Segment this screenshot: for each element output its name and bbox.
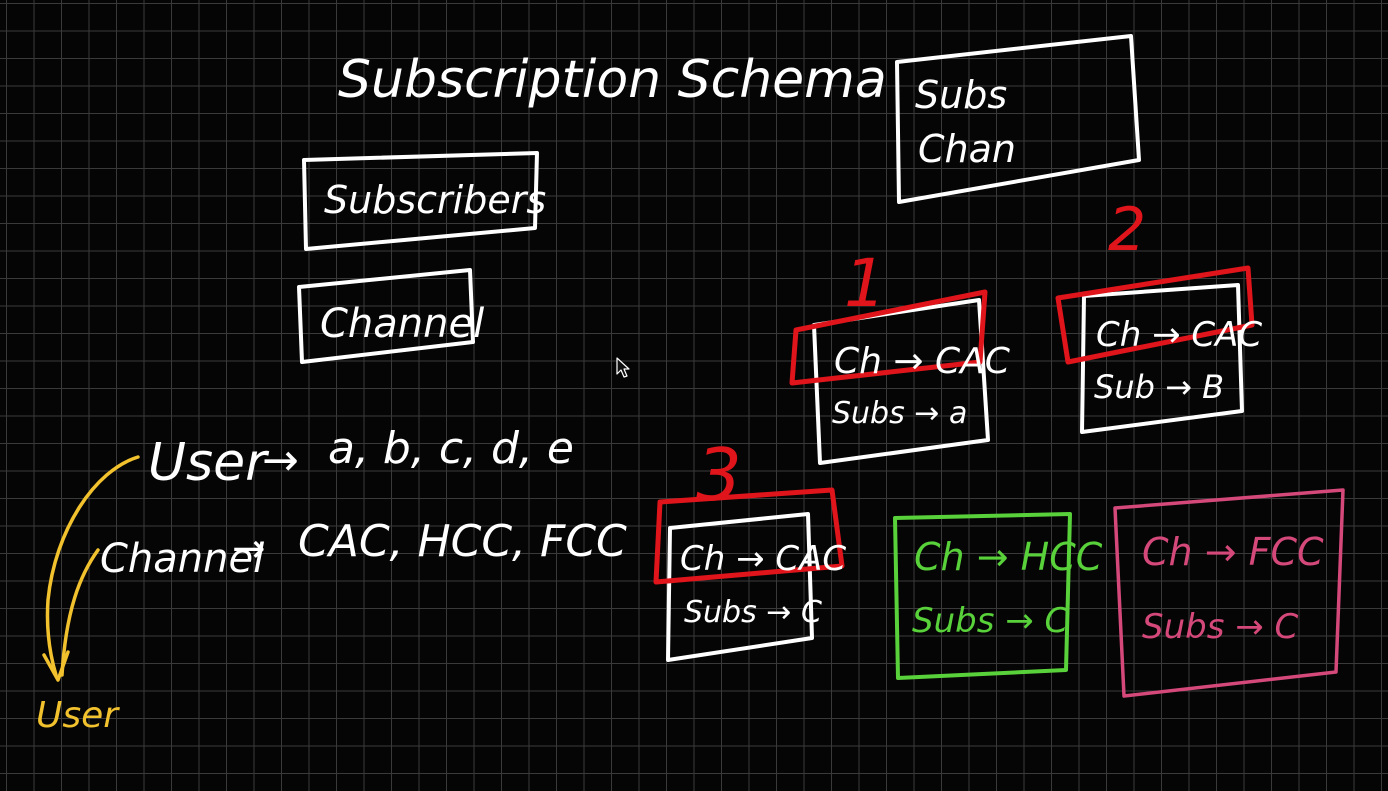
- record-2-box: [1080, 283, 1244, 434]
- record-3-box: [666, 512, 814, 662]
- record-3-subs: Subs → C: [684, 595, 822, 630]
- record-1-number: 1: [844, 245, 886, 322]
- subscribers-table-label: Subscribers: [324, 178, 546, 222]
- record-1-subs: Subs → a: [832, 396, 967, 431]
- record-3-channel: Ch → CAC: [680, 539, 846, 579]
- record-1-channel: Ch → CAC: [834, 341, 1011, 382]
- record-2-number: 2: [1108, 195, 1146, 265]
- page-title: Subscription Schema: [338, 50, 887, 110]
- mouse-cursor-icon: [616, 357, 630, 378]
- subs-chan-box: [895, 34, 1141, 204]
- record-5-box: [1113, 488, 1345, 698]
- record-5-channel: Ch → FCC: [1142, 530, 1324, 574]
- record-2-channel: Ch → CAC: [1096, 315, 1262, 355]
- record-4-channel: Ch → HCC: [914, 535, 1103, 579]
- user-result-label: User: [36, 695, 120, 736]
- subs-chan-line1: Subs: [915, 73, 1007, 117]
- user-mapping-label: User: [148, 433, 270, 493]
- record-3-number: 3: [696, 433, 742, 517]
- record-4-subs: Subs → C: [912, 601, 1069, 641]
- channel-table-label: Channel: [320, 301, 484, 347]
- channel-mapping-values: CAC, HCC, FCC: [298, 516, 627, 567]
- subs-chan-line2: Chan: [918, 127, 1016, 171]
- record-5-subs: Subs → C: [1142, 607, 1299, 647]
- channel-mapping-arrow: →: [232, 526, 266, 572]
- whiteboard-drawing: Subscription Schema Subscribers Channel …: [36, 34, 1345, 736]
- record-2-subs: Sub → B: [1094, 368, 1224, 406]
- whiteboard: Subscription Schema Subscribers Channel …: [0, 0, 1388, 791]
- user-mapping-arrow: →: [262, 435, 299, 486]
- user-mapping-values: a, b, c, d, e: [328, 423, 574, 474]
